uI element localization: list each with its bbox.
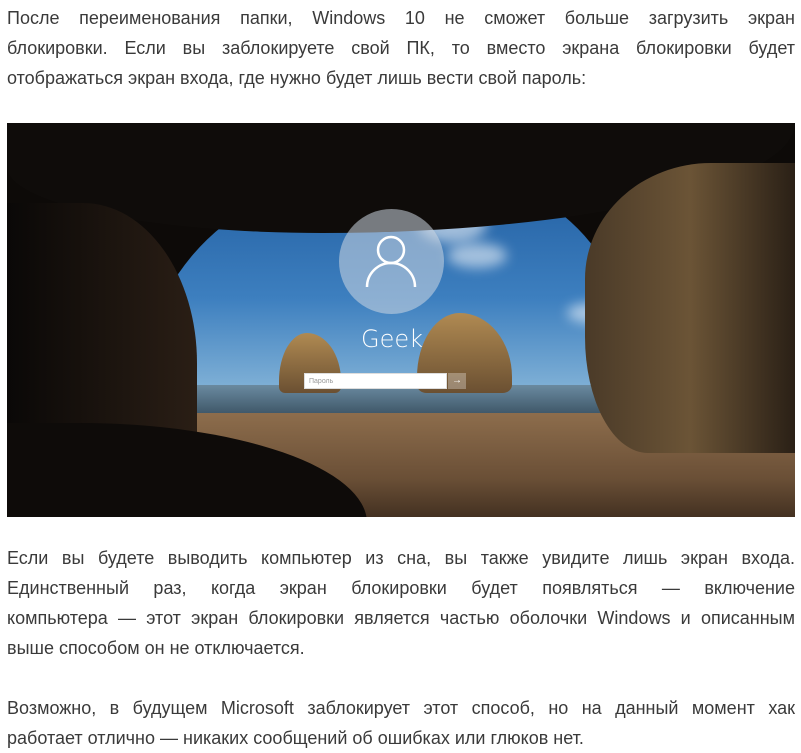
- paragraph-future: Возможно, в будущем Microsoft заблокируе…: [7, 693, 795, 753]
- user-icon: [365, 235, 417, 288]
- text-line: работает отлично — никаких сообщений об …: [7, 728, 584, 748]
- username: Geek: [360, 325, 424, 353]
- paragraph-sleep: Если вы будете выводить компьютер из сна…: [7, 543, 795, 663]
- user-avatar[interactable]: [339, 209, 444, 314]
- text-line: Единственный раз, когда экран блокировки…: [7, 578, 795, 598]
- text-line: отображаться экран входа, где нужно буде…: [7, 68, 587, 88]
- arrow-right-icon[interactable]: →: [448, 373, 466, 389]
- cave-wall-right: [585, 163, 795, 453]
- text-line: компьютера — этот экран блокировки являе…: [7, 608, 795, 628]
- text-line: выше способом он не отключается.: [7, 638, 305, 658]
- login-screen-screenshot: Geek Пароль →: [7, 123, 795, 517]
- text-line: блокировки. Если вы заблокируете свой ПК…: [7, 38, 795, 58]
- text-line: После переименования папки, Windows 10 н…: [7, 8, 795, 28]
- text-line: Возможно, в будущем Microsoft заблокируе…: [7, 698, 795, 718]
- password-input[interactable]: Пароль: [304, 373, 447, 389]
- text-line: Если вы будете выводить компьютер из сна…: [7, 548, 795, 568]
- paragraph-intro: После переименования папки, Windows 10 н…: [7, 3, 795, 93]
